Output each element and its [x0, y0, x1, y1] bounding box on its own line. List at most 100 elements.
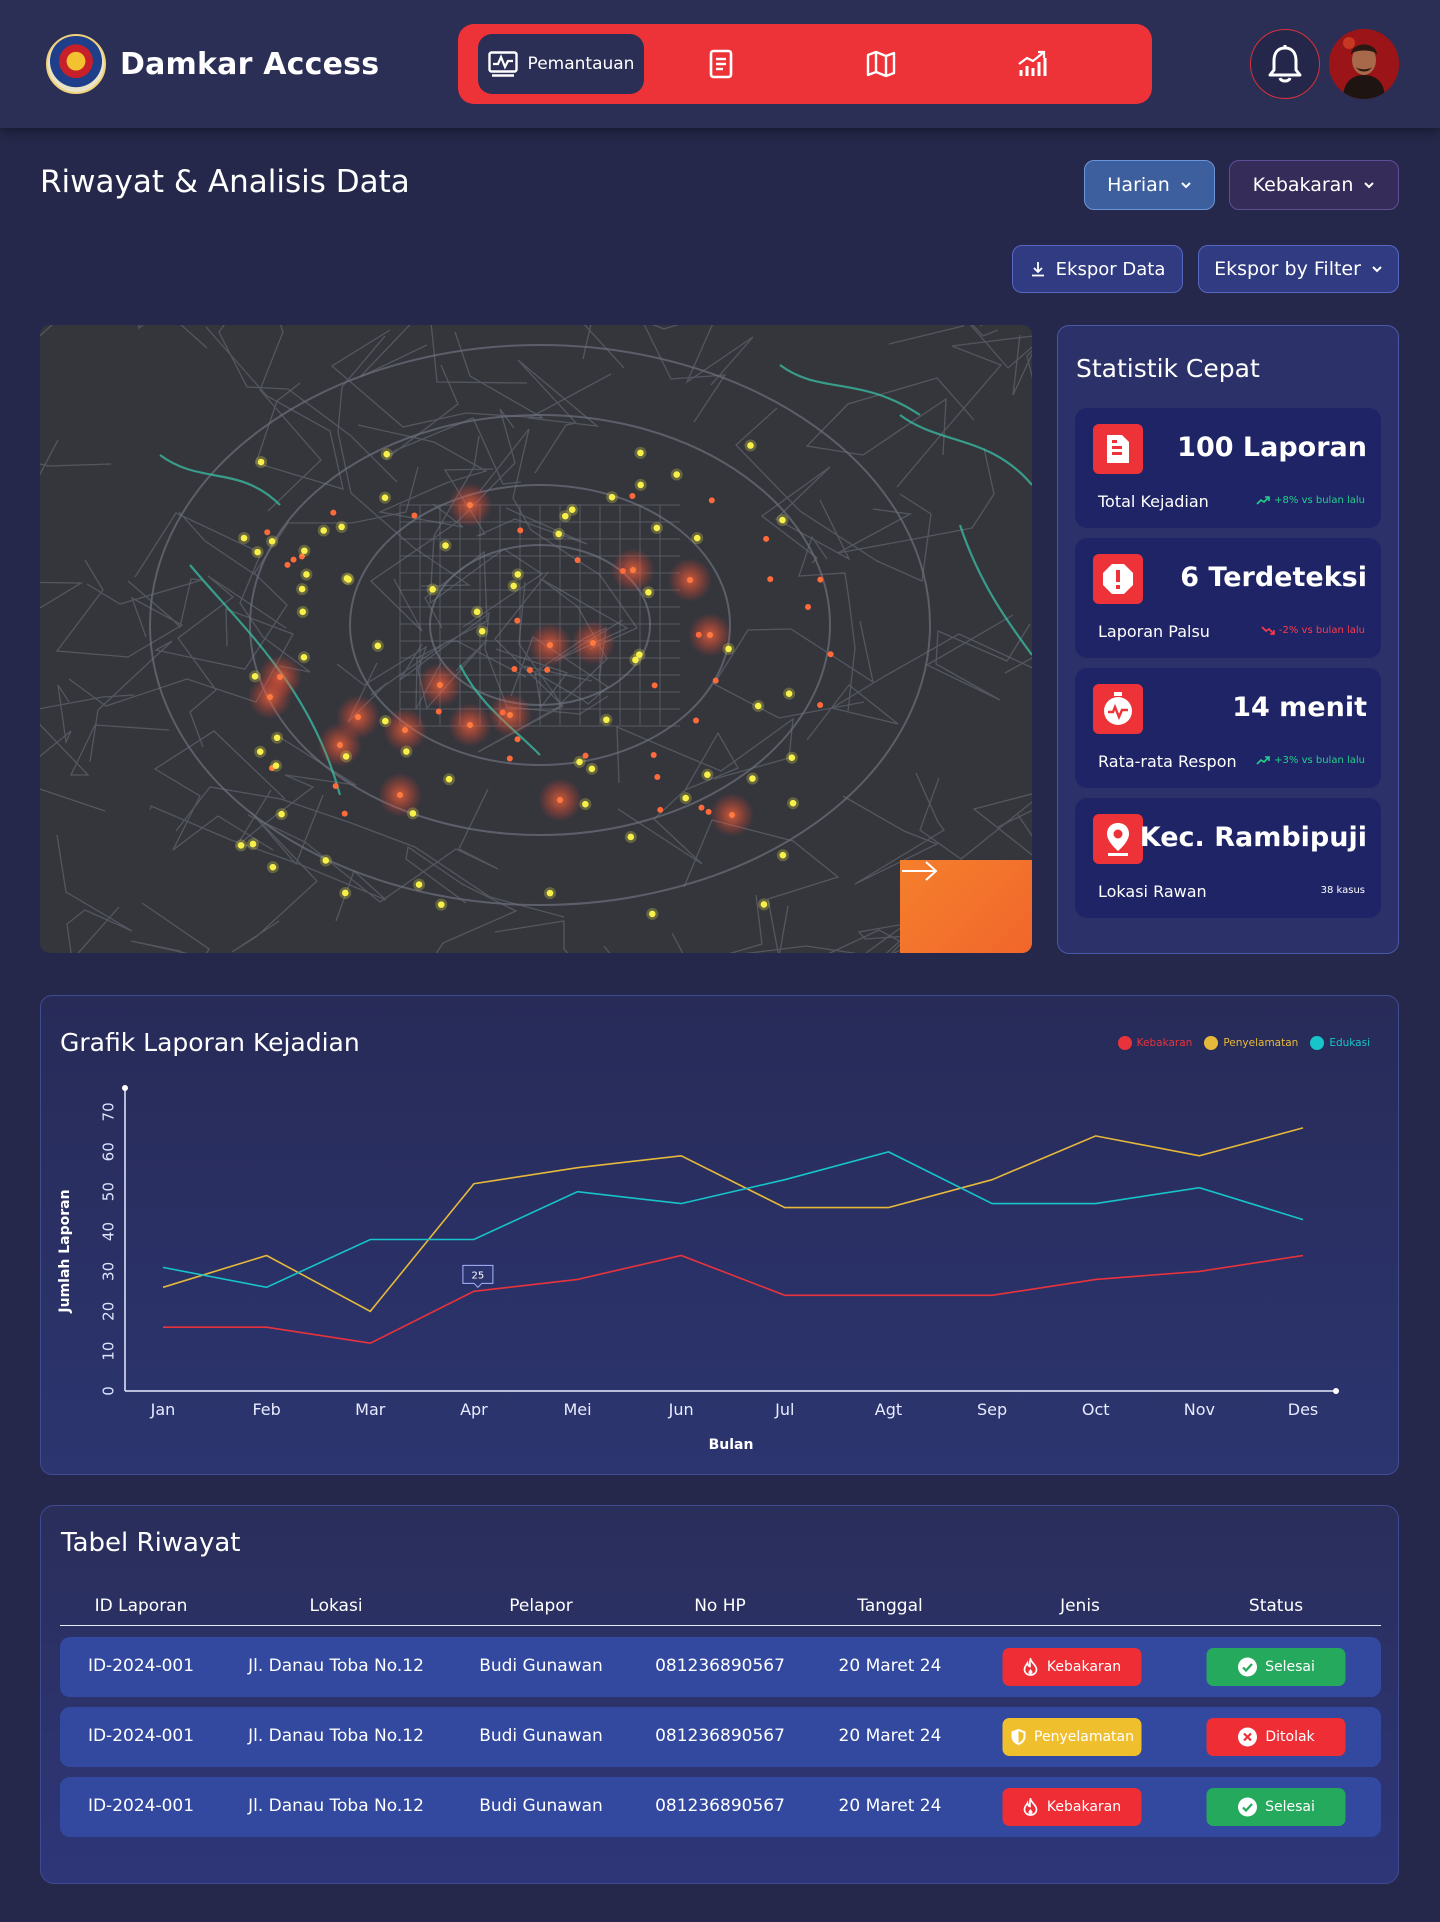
cell-id: ID-2024-001	[87, 1796, 195, 1816]
main-nav: Pemantauan	[458, 24, 1152, 104]
history-table-panel: Tabel Riwayat ID Laporan Lokasi Pelapor …	[40, 1505, 1399, 1884]
stat-icon-box	[1093, 814, 1143, 864]
x-tick-label: Jun	[668, 1400, 694, 1419]
heatmap-map[interactable]	[40, 325, 1032, 953]
map-canvas	[40, 325, 1032, 953]
y-axis-arrow	[122, 1085, 128, 1091]
nav-item-laporan[interactable]	[673, 34, 769, 94]
trend-up-icon	[1256, 756, 1270, 765]
status-badge-label: Ditolak	[1265, 1729, 1315, 1745]
category-dropdown-label: Kebakaran	[1252, 174, 1354, 196]
stat-card-total[interactable]: 100 Laporan Total Kejadian +8% vs bulan …	[1075, 408, 1381, 528]
stat-label: Laporan Palsu	[1098, 622, 1210, 641]
period-dropdown[interactable]: Harian	[1084, 160, 1215, 210]
nav-item-peta[interactable]	[833, 34, 929, 94]
table-row[interactable]: ID-2024-001 Jl. Danau Toba No.12 Budi Gu…	[60, 1707, 1381, 1767]
nav-label-pemantauan: Pemantauan	[527, 54, 635, 74]
table-row[interactable]: ID-2024-001 Jl. Danau Toba No.12 Budi Gu…	[60, 1637, 1381, 1697]
series-line-edukasi[interactable]	[162, 1150, 1304, 1289]
category-dropdown[interactable]: Kebakaran	[1229, 160, 1399, 210]
location-pin-icon	[1107, 823, 1129, 856]
y-tick-label: 0	[100, 1386, 118, 1396]
avatar-photo	[1329, 29, 1399, 99]
incident-chart-panel: Grafik Laporan Kejadian Kebakaran Penyel…	[40, 995, 1399, 1475]
series-line-penyelamatan[interactable]	[162, 1127, 1304, 1313]
column-header: No HP	[694, 1596, 746, 1616]
cell-tanggal: 20 Maret 24	[838, 1796, 942, 1816]
x-tick-label: Feb	[252, 1400, 280, 1419]
stat-card-false-reports[interactable]: 6 Terdeteksi Laporan Palsu -2% vs bulan …	[1075, 538, 1381, 658]
stats-title: Statistik Cepat	[1076, 354, 1260, 383]
alert-octagon-icon	[1103, 564, 1133, 594]
brand[interactable]: Damkar Access	[46, 34, 379, 94]
status-badge-label: Selesai	[1265, 1659, 1315, 1675]
cell-tanggal: 20 Maret 24	[838, 1656, 942, 1676]
map-next-button[interactable]	[900, 860, 1032, 953]
stat-trend: -2% vs bulan lalu	[1261, 625, 1365, 636]
x-circle-icon	[1237, 1727, 1257, 1747]
cell-hp: 081236890567	[655, 1726, 785, 1746]
y-axis-label: Jumlah Laporan	[57, 1189, 73, 1313]
check-circle-icon	[1237, 1797, 1257, 1817]
arrow-right-icon	[902, 861, 938, 881]
status-badge-label: Selesai	[1265, 1799, 1315, 1815]
stopwatch-icon	[1104, 692, 1132, 725]
column-header: Jenis	[1060, 1596, 1100, 1616]
map-icon	[866, 50, 896, 78]
x-tick-label: Mei	[563, 1400, 591, 1419]
stat-value: Kec. Rambipuji	[1139, 822, 1367, 853]
y-tick-label: 20	[100, 1302, 118, 1321]
y-tick-label: 10	[100, 1342, 118, 1361]
export-data-label: Ekspor Data	[1055, 258, 1166, 280]
stat-trend-text: +8% vs bulan lalu	[1274, 495, 1365, 506]
status-badge: Selesai	[1206, 1788, 1346, 1826]
x-tick-label: Sep	[977, 1400, 1007, 1419]
type-badge-label: Kebakaran	[1046, 1659, 1122, 1675]
status-badge: Ditolak	[1206, 1718, 1346, 1756]
y-tick-label: 70	[100, 1102, 118, 1121]
stat-icon-box	[1093, 554, 1143, 604]
stat-label: Total Kejadian	[1098, 492, 1209, 511]
stat-trend-text: -2% vs bulan lalu	[1278, 625, 1365, 636]
cell-lokasi: Jl. Danau Toba No.12	[248, 1656, 424, 1676]
nav-item-pemantauan[interactable]: Pemantauan	[478, 34, 644, 94]
page-title: Riwayat & Analisis Data	[40, 164, 410, 200]
fire-icon	[1024, 1798, 1038, 1816]
x-tick-label: Agt	[875, 1400, 902, 1419]
table-header: ID Laporan Lokasi Pelapor No HP Tanggal …	[60, 1590, 1381, 1626]
stat-trend-text: 38 kasus	[1320, 885, 1365, 896]
chevron-down-icon	[1372, 266, 1382, 273]
stat-value: 6 Terdeteksi	[1180, 562, 1367, 593]
export-by-filter-label: Ekspor by Filter	[1214, 258, 1361, 280]
cell-id: ID-2024-001	[87, 1726, 195, 1746]
nav-item-analisis[interactable]	[984, 34, 1080, 94]
column-header: Pelapor	[509, 1596, 573, 1616]
cell-tanggal: 20 Maret 24	[838, 1726, 942, 1746]
stat-value: 14 menit	[1232, 692, 1367, 723]
chevron-down-icon	[1364, 182, 1375, 189]
trend-up-icon	[1256, 496, 1270, 505]
column-header: Lokasi	[309, 1596, 363, 1616]
stat-card-hotspot[interactable]: Kec. Rambipuji Lokasi Rawan 38 kasus	[1075, 798, 1381, 918]
stat-icon-box	[1093, 424, 1143, 474]
data-annotation: 25	[462, 1264, 494, 1289]
stat-card-response[interactable]: 14 menit Rata-rata Respon +3% vs bulan l…	[1075, 668, 1381, 788]
monitor-chart-icon	[487, 51, 518, 77]
series-line-kebakaran[interactable]	[163, 1254, 1304, 1345]
cell-id: ID-2024-001	[87, 1656, 195, 1676]
period-dropdown-label: Harian	[1107, 174, 1170, 196]
status-badge: Selesai	[1206, 1648, 1346, 1686]
export-data-button[interactable]: Ekspor Data	[1012, 245, 1183, 293]
column-header: Tanggal	[857, 1596, 923, 1616]
column-header: Status	[1248, 1596, 1304, 1616]
table-row[interactable]: ID-2024-001 Jl. Danau Toba No.12 Budi Gu…	[60, 1777, 1381, 1837]
analytics-icon	[1018, 50, 1047, 76]
user-avatar[interactable]	[1329, 29, 1399, 99]
stat-label: Rata-rata Respon	[1098, 752, 1237, 771]
notification-button[interactable]	[1250, 29, 1320, 99]
export-by-filter-dropdown[interactable]: Ekspor by Filter	[1198, 245, 1399, 293]
cell-pelapor: Budi Gunawan	[479, 1726, 603, 1746]
cell-lokasi: Jl. Danau Toba No.12	[248, 1726, 424, 1746]
stat-icon-box	[1093, 684, 1143, 734]
y-tick-label: 50	[100, 1182, 118, 1201]
